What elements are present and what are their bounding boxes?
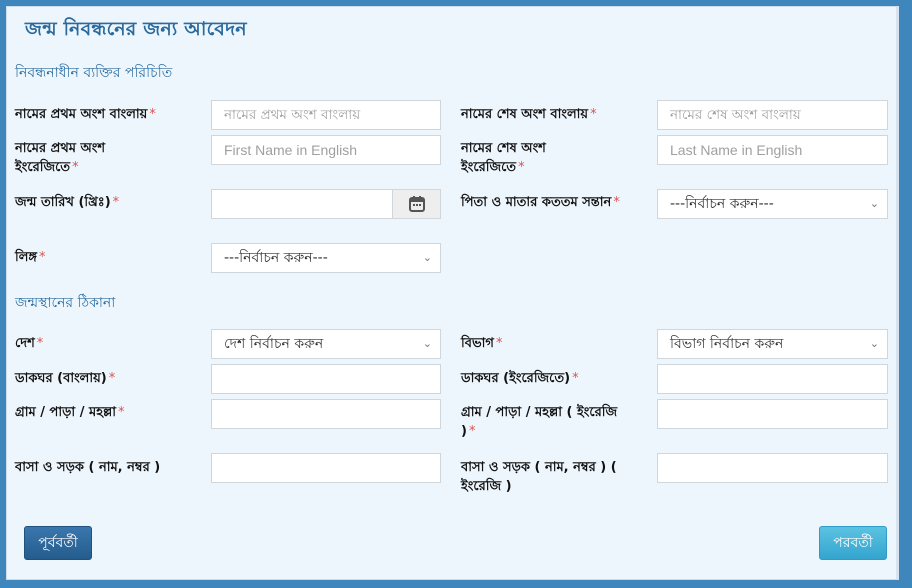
calendar-icon bbox=[408, 196, 425, 212]
previous-button[interactable]: পূর্ববর্তী bbox=[24, 526, 92, 560]
village-en-input[interactable] bbox=[657, 399, 888, 429]
birth-order-select[interactable]: ---নির্বাচন করুন--- ⌄ bbox=[657, 189, 888, 219]
division-select[interactable]: বিভাগ নির্বাচন করুন ⌄ bbox=[657, 329, 888, 359]
required-marker: * bbox=[72, 160, 79, 175]
gender-label: লিঙ্গ * bbox=[15, 250, 46, 265]
house-road-bn-input[interactable] bbox=[211, 453, 441, 483]
country-select[interactable]: দেশ নির্বাচন করুন ⌄ bbox=[211, 329, 441, 359]
page-title: জন্ম নিবন্ধনের জন্য আবেদন bbox=[25, 18, 247, 40]
chevron-down-icon: ⌄ bbox=[422, 251, 432, 264]
required-marker: * bbox=[468, 424, 476, 439]
first-name-en-label: নামের প্রথম অংশ ইংরেজিতে * bbox=[15, 141, 106, 175]
section-heading-birthplace: জন্মস্থানের ঠিকানা bbox=[15, 295, 116, 311]
application-form-panel: জন্ম নিবন্ধনের জন্য আবেদন নিবন্ধনাধীন ব্… bbox=[6, 6, 899, 580]
last-name-bn-label: নামের শেষ অংশ বাংলায় * bbox=[461, 107, 597, 122]
first-name-bn-label: নামের প্রথম অংশ বাংলায় * bbox=[15, 107, 156, 122]
date-picker-button[interactable] bbox=[393, 189, 441, 219]
post-office-en-input[interactable] bbox=[657, 364, 888, 394]
birth-order-label: পিতা ও মাতার কততম সন্তান * bbox=[461, 195, 620, 210]
last-name-en-input[interactable] bbox=[657, 135, 888, 165]
post-office-bn-input[interactable] bbox=[211, 364, 441, 394]
required-marker: * bbox=[39, 250, 46, 265]
required-marker: * bbox=[495, 336, 503, 351]
village-bn-input[interactable] bbox=[211, 399, 441, 429]
required-marker: * bbox=[590, 107, 597, 122]
required-marker: * bbox=[118, 405, 125, 420]
post-office-bn-label: ডাকঘর (বাংলায়) * bbox=[15, 371, 116, 386]
dob-label: জন্ম তারিখ (খ্রিঃ) * bbox=[15, 195, 120, 210]
post-office-en-label: ডাকঘর (ইংরেজিতে) * bbox=[461, 371, 579, 386]
village-bn-label: গ্রাম / পাড়া / মহল্লা * bbox=[15, 405, 125, 420]
required-marker: * bbox=[112, 195, 120, 210]
house-road-en-label: বাসা ও সড়ক ( নাম, নম্বর ) ( ইংরেজি ) bbox=[461, 460, 617, 494]
dob-input[interactable] bbox=[211, 189, 393, 219]
last-name-bn-input[interactable] bbox=[657, 100, 888, 130]
gender-select[interactable]: ---নির্বাচন করুন--- ⌄ bbox=[211, 243, 441, 273]
house-road-en-input[interactable] bbox=[657, 453, 888, 483]
division-label: বিভাগ * bbox=[461, 336, 503, 351]
chevron-down-icon: ⌄ bbox=[869, 337, 879, 350]
section-heading-identity: নিবন্ধনাধীন ব্যক্তির পরিচিতি bbox=[15, 65, 173, 81]
country-label: দেশ * bbox=[15, 336, 44, 351]
next-button[interactable]: পরবর্তী bbox=[819, 526, 887, 560]
required-marker: * bbox=[108, 371, 116, 386]
first-name-bn-input[interactable] bbox=[211, 100, 441, 130]
required-marker: * bbox=[572, 371, 579, 386]
required-marker: * bbox=[518, 160, 525, 175]
required-marker: * bbox=[36, 336, 44, 351]
village-en-label: গ্রাম / পাড়া / মহল্লা ( ইংরেজি ) * bbox=[461, 405, 618, 439]
chevron-down-icon: ⌄ bbox=[869, 197, 879, 210]
required-marker: * bbox=[149, 107, 156, 122]
chevron-down-icon: ⌄ bbox=[422, 337, 432, 350]
last-name-en-label: নামের শেষ অংশ ইংরেজিতে * bbox=[461, 141, 546, 175]
first-name-en-input[interactable] bbox=[211, 135, 441, 165]
house-road-bn-label: বাসা ও সড়ক ( নাম, নম্বর ) bbox=[15, 460, 161, 475]
required-marker: * bbox=[613, 195, 620, 210]
